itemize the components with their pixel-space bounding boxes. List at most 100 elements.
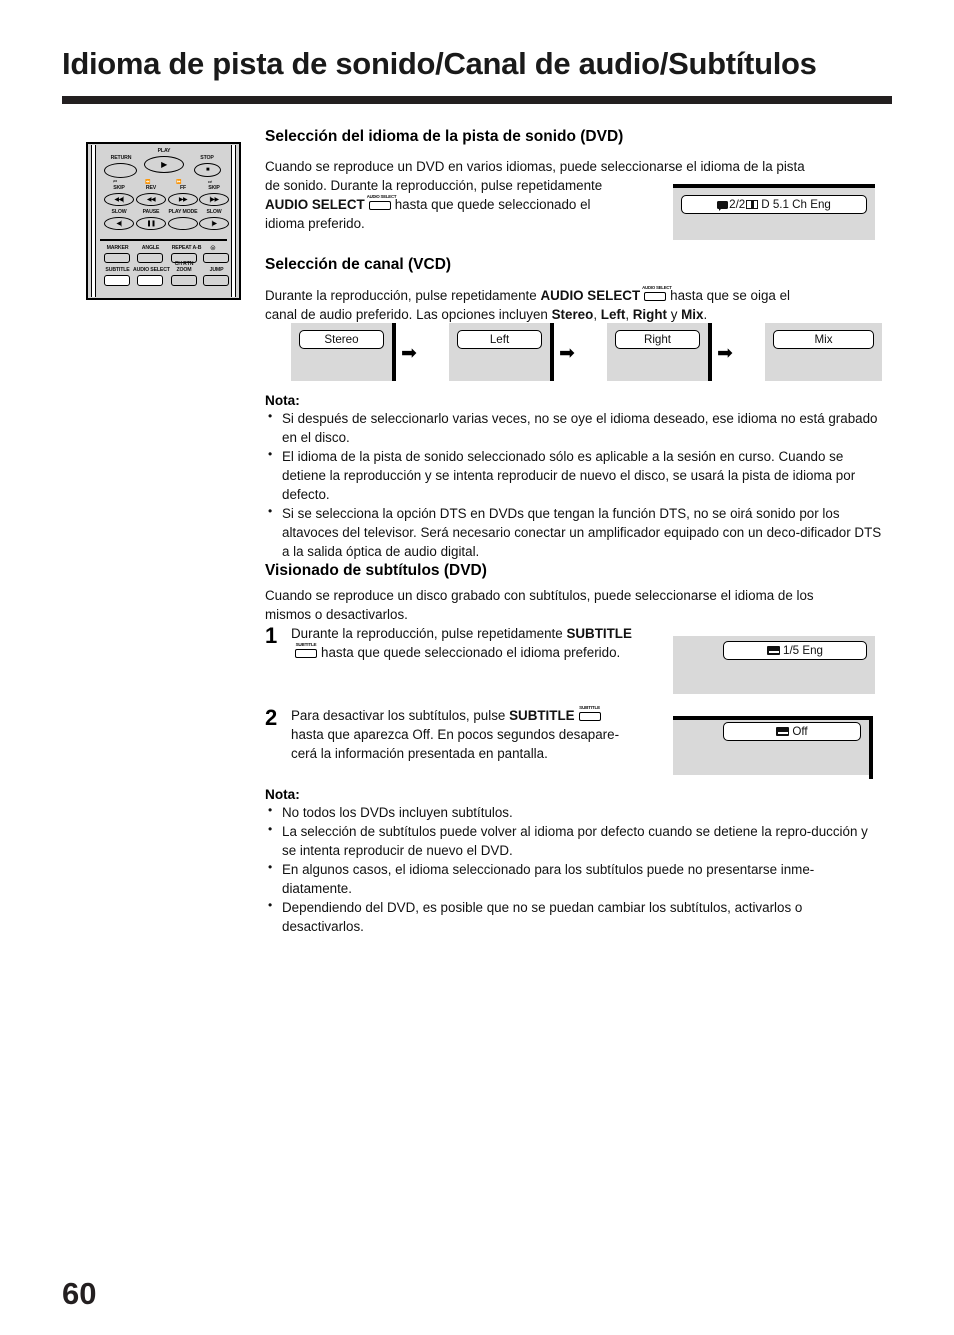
remote-button-play-mode[interactable] [168, 217, 198, 230]
skip-next-icon: |▶▶ [209, 196, 219, 203]
step-number-2: 2 [265, 705, 278, 730]
osd-panel-subtitle-off: Off [673, 716, 873, 779]
step-1-text: Durante la reproducción, pulse repetidam… [291, 624, 681, 662]
flow-arrow-3: ➡ [717, 342, 733, 364]
remote-control-illustration: RETURN PLAY ▶ STOP ■ ⏮ SKIP ◀◀| ⏪ REV ◀◀… [86, 142, 241, 300]
remote-label-return: RETURN [110, 155, 132, 161]
heading-subtitles: Visionado de subtítulos (DVD) [265, 562, 487, 579]
note-list-subtitles: No todos los DVDs incluyen subtítulos. L… [265, 802, 882, 936]
osd-bar-audio: 2/2 D 5.1 Ch Eng [681, 195, 867, 214]
subtitle-key-icon: SUBTITLE [577, 705, 603, 723]
flow-cell-left: Left [449, 323, 554, 381]
subtitle-icon [776, 727, 790, 736]
flow-cell-stereo: Stereo [291, 323, 396, 381]
step1-subtitle-bold: SUBTITLE [566, 626, 632, 641]
stop-icon: ■ [205, 167, 210, 173]
remote-button-jump[interactable] [203, 275, 229, 286]
flow-label-right: Right [615, 330, 700, 349]
subs-intro-line1: Cuando se reproduce un disco grabado con… [265, 588, 814, 603]
flow-arrow-1: ➡ [401, 342, 417, 364]
osd-subtitle-off-value: Off [792, 725, 808, 738]
subtitle-icon [767, 646, 781, 655]
section-vcd-channel: Selección de canal (VCD) [265, 255, 882, 274]
remote-label-ff: FF [179, 185, 187, 191]
subtitle-key-icon: SUBTITLE [293, 642, 319, 660]
vcd-option-left: Left [600, 307, 626, 323]
ff-mini-icon: ⏩ [176, 179, 182, 184]
step2-text-b: hasta que aparezca Off. En pocos segundo… [291, 727, 620, 743]
remote-button-marker[interactable] [104, 253, 130, 263]
section-audio-language: Selección del idioma de la pista de soni… [265, 127, 882, 146]
remote-button-subtitle[interactable] [104, 275, 130, 286]
note-item: El idioma de la pista de sonido seleccio… [265, 446, 882, 504]
flow-label-mix: Mix [773, 330, 874, 349]
note-item: Si después de seleccionarlo varias veces… [265, 408, 882, 447]
audio-select-key-icon: AUDIO SELECT [367, 194, 396, 212]
remote-button-open-close[interactable] [203, 253, 229, 263]
disc-icon: ⊜ [210, 245, 216, 252]
osd-bar-subtitle-on: 1/5 Eng [723, 641, 867, 660]
remote-button-skip-forward[interactable]: |▶▶ [199, 193, 229, 206]
remote-button-pause[interactable]: ❚❚ [136, 217, 166, 230]
note-item: Si se selecciona la opción DTS en DVDs q… [265, 503, 882, 561]
vcd-option-stereo: Stereo [551, 307, 594, 323]
section-subtitles: Visionado de subtítulos (DVD) [265, 561, 882, 580]
step1-text-a: Durante la reproducción, pulse repetidam… [291, 626, 563, 641]
subtitles-intro: Cuando se reproduce un disco grabado con… [265, 586, 882, 624]
note-item: En algunos casos, el idioma seleccionado… [265, 859, 882, 898]
remote-label-repeat-ab: REPEAT A-B [171, 245, 202, 251]
page-number: 60 [62, 1276, 97, 1311]
remote-button-angle[interactable] [137, 253, 163, 263]
remote-button-stop[interactable]: ■ [194, 163, 221, 177]
flow-cell-right: Right [607, 323, 712, 381]
remote-button-ch-rtn-zoom[interactable] [171, 275, 197, 286]
audio-select-bold: AUDIO SELECT [265, 197, 365, 213]
step2-text-c: cerá la información presentada en pantal… [291, 746, 548, 762]
remote-label-skip-forward: SKIP [208, 185, 220, 191]
remote-button-slow-forward[interactable]: |▶ [199, 217, 229, 230]
note-item: Dependiendo del DVD, es posible que no s… [265, 897, 882, 936]
page-title: Idioma de pista de sonido/Canal de audio… [62, 46, 817, 81]
heading-vcd-channel: Selección de canal (VCD) [265, 256, 452, 273]
vcd-audio-select-bold: AUDIO SELECT [540, 288, 641, 303]
flow-arrow-2: ➡ [559, 342, 575, 364]
vcd-period: . [703, 307, 708, 323]
subtitles-intro-text: Cuando se reproduce un disco grabado con… [265, 586, 882, 624]
remote-button-slow-back[interactable]: ◀| [104, 217, 134, 230]
vcd-channel-paragraph: Durante la reproducción, pulse repetidam… [265, 285, 882, 324]
remote-label-stop: STOP [200, 155, 214, 161]
channel-icon [746, 200, 759, 209]
osd-audio-count: 2/2 [729, 198, 746, 211]
remote-label-play: PLAY [157, 148, 171, 154]
remote-label-rev: REV [145, 185, 157, 191]
osd-audio-text: D 5.1 Ch Eng [761, 198, 831, 211]
vcd-option-right: Right [632, 307, 667, 323]
heading-audio-language: Selección del idioma de la pista de soni… [265, 128, 624, 145]
vcd-channel-flow: Stereo ➡ Left ➡ Right ➡ Mix [291, 323, 882, 381]
remote-rail-right [231, 145, 236, 297]
play-icon: ▶ [161, 159, 167, 169]
step1-text-b: hasta que quede seleccionado el idioma p… [321, 645, 621, 661]
remote-section-divider [100, 239, 227, 241]
step2-text-a: Para desactivar los subtítulos, pulse [291, 708, 506, 723]
note-list-audio: Si después de seleccionarlo varias veces… [265, 408, 882, 561]
remote-button-skip-back[interactable]: ◀◀| [104, 193, 134, 206]
remote-button-ff[interactable]: ▶▶ [168, 193, 198, 206]
flow-cell-mix: Mix [765, 323, 882, 381]
slow-reverse-icon: ◀| [116, 220, 122, 227]
step-2-text: Para desactivar los subtítulos, pulse SU… [291, 705, 671, 763]
slow-forward-icon: |▶ [211, 220, 217, 227]
remote-button-return[interactable] [104, 163, 137, 178]
note-item: No todos los DVDs incluyen subtítulos. [265, 802, 882, 822]
vcd-para-c: canal de audio preferido. Las opciones i… [265, 307, 548, 323]
note-title-subtitles: Nota: [265, 787, 300, 802]
remote-button-play[interactable]: ▶ [144, 156, 184, 173]
remote-label-skip-back: SKIP [113, 185, 125, 191]
vcd-conjunction: y [670, 307, 678, 323]
audio-para-line1: Cuando se reproduce un DVD en varios idi… [265, 159, 805, 174]
remote-label-angle: ANGLE [141, 245, 160, 251]
osd-subtitle-value: 1/5 Eng [783, 644, 823, 657]
remote-label-ch-rtn-zoom: CH RTN ZOOM [174, 261, 194, 273]
remote-button-audio-select[interactable] [137, 275, 163, 286]
remote-button-rev[interactable]: ◀◀ [136, 193, 166, 206]
